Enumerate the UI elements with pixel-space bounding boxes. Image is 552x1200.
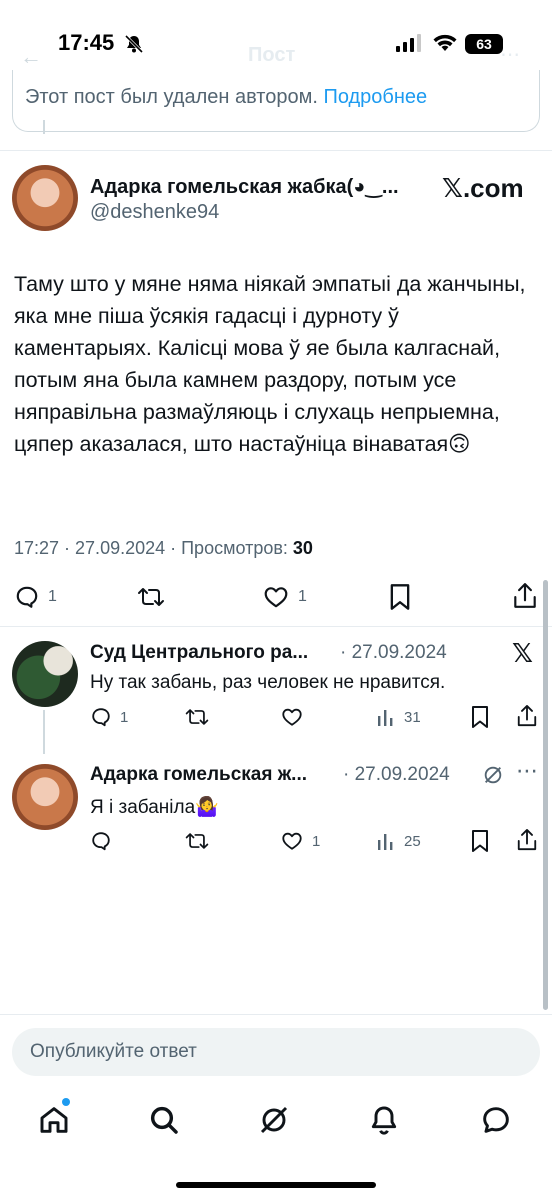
- x-logo: 𝕏: [512, 638, 533, 668]
- views-button[interactable]: 31: [376, 707, 421, 727]
- reply-button[interactable]: [90, 830, 120, 852]
- view-count: 25: [404, 832, 421, 850]
- author-handle[interactable]: @deshenke94: [90, 201, 219, 224]
- reply-text: Ну так забань, раз человек не нравится.: [90, 672, 446, 693]
- view-count: 30: [292, 538, 313, 558]
- reply-text: Я і забаніла🤷‍♀️: [90, 797, 219, 818]
- reply-author-name[interactable]: Суд Центрального ра...: [90, 642, 308, 664]
- share-button[interactable]: [516, 828, 538, 852]
- post-meta: 17:27 · 27.09.2024 · Просмотров: 30: [14, 538, 313, 559]
- like-button[interactable]: 1: [280, 830, 320, 852]
- grok-icon[interactable]: [482, 764, 504, 791]
- heart-icon: [282, 832, 302, 850]
- reply-icon: [16, 586, 38, 608]
- like-button[interactable]: 1: [262, 584, 307, 610]
- heart-icon: [282, 708, 302, 726]
- repost-button[interactable]: [184, 706, 218, 728]
- grok-icon: [260, 1106, 288, 1134]
- like-count: 1: [312, 832, 321, 850]
- view-count: 31: [404, 708, 421, 726]
- share-button[interactable]: [516, 704, 538, 728]
- author-name[interactable]: Адарка гомельская жабка(◕‿...: [90, 174, 430, 199]
- reply-avatar[interactable]: [12, 641, 78, 707]
- reply-date: · 27.09.2024: [340, 642, 447, 663]
- like-button[interactable]: [280, 706, 312, 728]
- divider: [0, 150, 552, 151]
- reply-button[interactable]: 1: [14, 584, 57, 610]
- bottom-nav: [0, 1092, 552, 1152]
- bookmark-button[interactable]: [470, 705, 490, 729]
- analytics-icon: [378, 834, 393, 850]
- bookmark-icon: [472, 830, 488, 852]
- unread-dot: [62, 1098, 70, 1106]
- heart-icon: [264, 587, 288, 608]
- share-icon: [514, 583, 536, 608]
- like-count: 1: [298, 588, 307, 605]
- bookmark-icon: [472, 706, 488, 728]
- reply-author-name[interactable]: Адарка гомельская ж...: [90, 764, 307, 786]
- more-options-icon[interactable]: ⋯: [516, 758, 538, 784]
- nav-home[interactable]: [34, 1100, 74, 1140]
- reply-icon: [92, 832, 110, 851]
- nav-notifications[interactable]: [364, 1100, 404, 1140]
- repost-button[interactable]: [184, 830, 218, 852]
- thread-connector: [43, 710, 45, 754]
- reply-input[interactable]: [12, 1028, 540, 1076]
- reply-composer[interactable]: [12, 1028, 540, 1076]
- learn-more-link[interactable]: Подробнее: [323, 86, 427, 108]
- header-title: Пост: [248, 44, 296, 66]
- nav-grok[interactable]: [254, 1100, 294, 1140]
- repost-icon: [138, 588, 164, 606]
- battery-indicator: 63: [465, 34, 503, 54]
- author-avatar[interactable]: [12, 165, 78, 231]
- scrollbar[interactable]: [543, 580, 548, 1010]
- bell-off-icon: [124, 34, 144, 59]
- deleted-post-card: Этот пост был удален автором. Подробнее: [12, 70, 540, 132]
- reply-button[interactable]: 1: [90, 706, 128, 728]
- search-icon: [150, 1106, 178, 1134]
- wifi-icon: [432, 33, 458, 58]
- reply-count: 1: [120, 708, 129, 726]
- share-icon: [517, 829, 537, 851]
- bookmark-button[interactable]: [388, 583, 412, 611]
- repost-icon: [185, 709, 209, 725]
- share-button[interactable]: [512, 582, 538, 610]
- analytics-icon: [378, 710, 393, 726]
- post-timestamp: 17:27 · 27.09.2024 · Просмотров:: [14, 538, 293, 558]
- status-time: 17:45: [58, 30, 115, 55]
- views-button[interactable]: 25: [376, 831, 421, 851]
- nav-search[interactable]: [144, 1100, 184, 1140]
- reply-date: · 27.09.2024: [343, 764, 450, 785]
- divider: [0, 1014, 552, 1015]
- deleted-notice-text: Этот пост был удален автором.: [25, 86, 318, 108]
- bookmark-icon: [390, 584, 410, 610]
- reply-avatar[interactable]: [12, 764, 78, 830]
- home-icon: [40, 1107, 68, 1133]
- more-icon[interactable]: ⋯: [500, 42, 520, 67]
- share-icon: [517, 705, 537, 727]
- messages-icon: [483, 1107, 509, 1133]
- notifications-icon: [371, 1106, 397, 1135]
- repost-icon: [185, 833, 209, 849]
- back-arrow-icon[interactable]: ←: [20, 44, 42, 70]
- nav-messages[interactable]: [476, 1100, 516, 1140]
- bookmark-button[interactable]: [470, 829, 490, 853]
- repost-button[interactable]: [136, 584, 174, 610]
- reply-icon: [92, 708, 110, 727]
- home-indicator: [176, 1182, 376, 1188]
- divider: [0, 626, 552, 627]
- deleted-post-notice: Этот пост был удален автором. Подробнее: [25, 86, 427, 109]
- status-bar: 17:45 ← Пост ⋯ 63: [0, 0, 552, 80]
- cellular-signal-icon: [396, 34, 422, 57]
- reply-count: 1: [48, 588, 57, 605]
- post-body: Таму што у мяне няма ніякай эмпатыі да ж…: [14, 272, 526, 456]
- thread-connector: [43, 120, 45, 134]
- x-logo: 𝕏.com: [442, 173, 524, 203]
